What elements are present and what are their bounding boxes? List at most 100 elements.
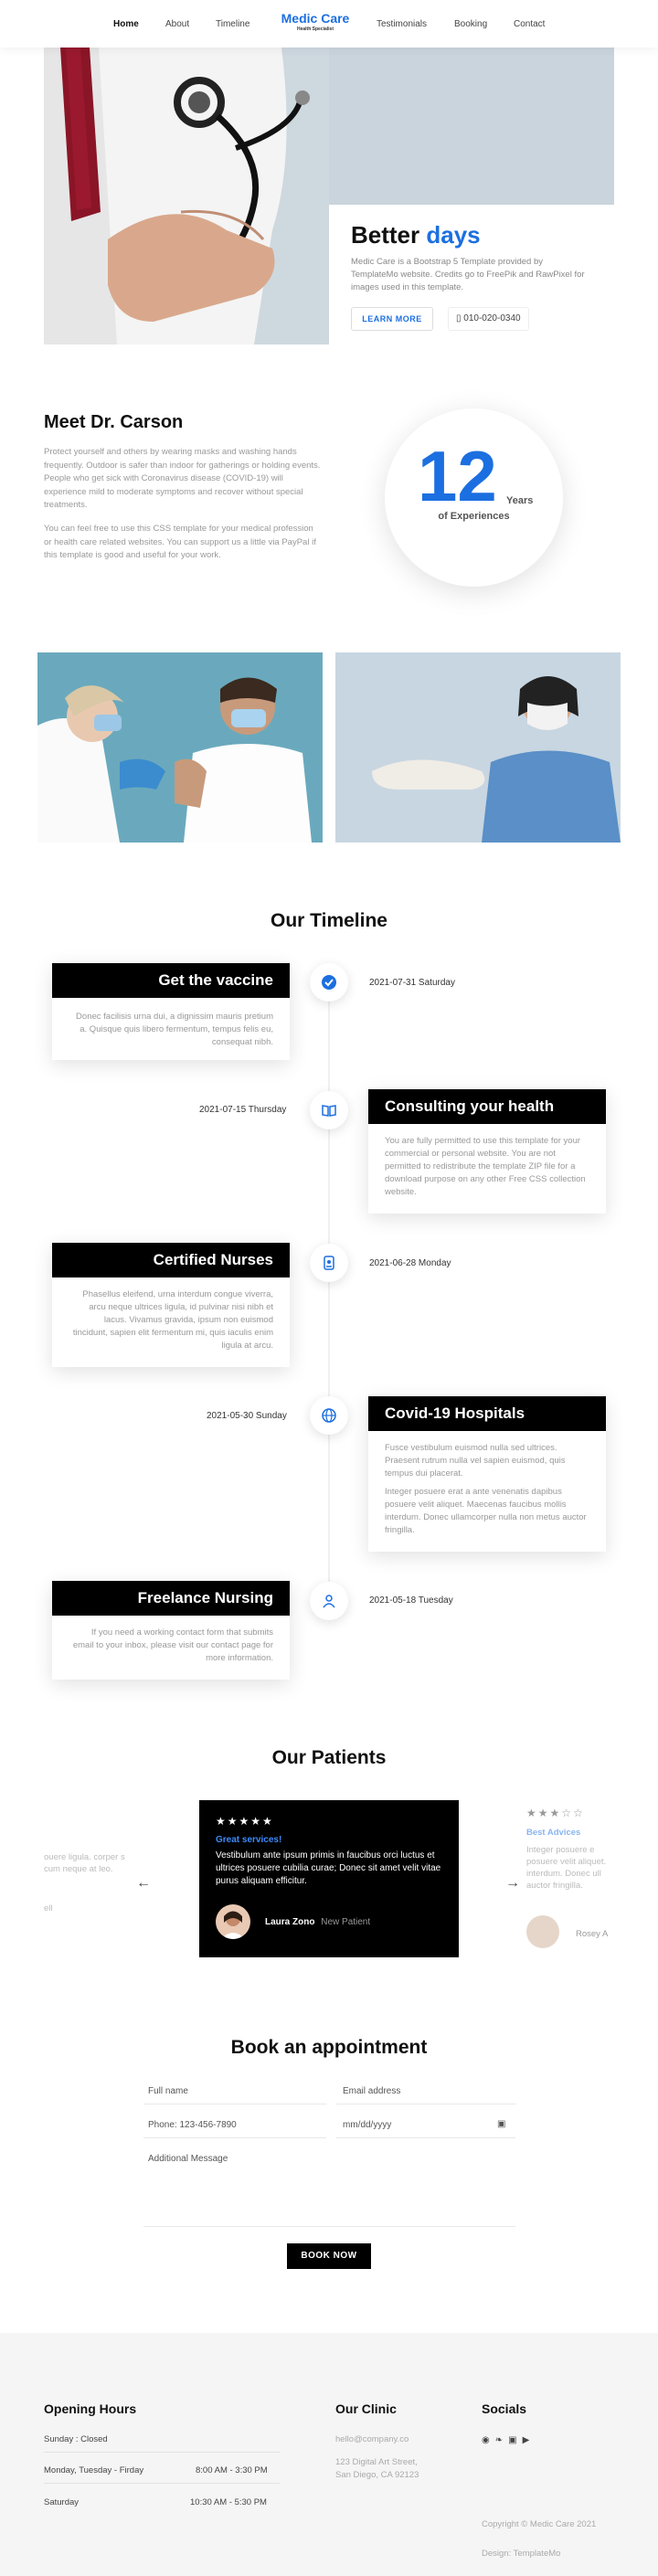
timeline-date-2: 2021-07-15 Thursday [199, 1105, 287, 1115]
timeline-card-title: Get the vaccine [52, 963, 290, 998]
testimonial-prev-card: ouere ligula. corper s cum neque at leo.… [44, 1807, 132, 1914]
message-placeholder: Additional Message [148, 2154, 228, 2164]
brand-subtitle: Health Specialist [296, 27, 334, 32]
timeline-line [328, 976, 330, 1616]
timeline-date-4: 2021-05-30 Sunday [207, 1411, 287, 1421]
phone-link[interactable]: ▯ 010-020-0340 [448, 307, 529, 331]
hours-day: Saturday [44, 2497, 80, 2507]
calendar-icon[interactable]: ▣ [497, 2119, 505, 2129]
nav-about[interactable]: About [165, 19, 189, 29]
timeline-icon-2 [310, 1091, 348, 1129]
book-icon [322, 1105, 336, 1117]
about-paragraph-1: Protect yourself and others by wearing m… [44, 447, 321, 510]
nav-timeline[interactable]: Timeline [216, 19, 249, 29]
learn-more-button[interactable]: LEARN MORE [351, 307, 433, 331]
timeline-card-text: Phasellus eleifend, urna interdum congue… [72, 1289, 273, 1351]
timeline-card-title: Consulting your health [368, 1089, 606, 1124]
nurse-photo [335, 652, 621, 843]
nav-testimonials[interactable]: Testimonials [377, 19, 427, 29]
next-card-avatar [526, 1915, 559, 1948]
socials-title: Socials [482, 2401, 527, 2416]
avatar-portrait [221, 1911, 245, 1939]
hero-title-part1: Better [351, 221, 427, 249]
prev-card-name: ell [44, 1903, 53, 1913]
timeline-card-text: If you need a working contact form that … [72, 1627, 273, 1663]
rating-stars: ★★★★★ [216, 1815, 274, 1828]
person-icon [323, 1595, 335, 1608]
timeline-date-3: 2021-06-28 Monday [369, 1258, 451, 1268]
copyright: Copyright © Medic Care 2021 [482, 2519, 597, 2529]
booking-title: Book an appointment [230, 2037, 428, 2058]
full-name-field[interactable]: Full name [143, 2082, 326, 2104]
timeline-date-1: 2021-07-31 Saturday [369, 978, 455, 988]
social-icons: ◉❧▣▶ [482, 2435, 535, 2445]
phone-icon: ▯ [456, 313, 462, 323]
book-now-button[interactable]: BOOK NOW [287, 2243, 371, 2269]
about-paragraph-2: You can feel free to use this CSS templa… [44, 524, 316, 560]
brand-logo[interactable]: Medic Care Health Specialist [279, 11, 352, 32]
timeline-card-title: Covid-19 Hospitals [368, 1396, 606, 1431]
phone-number: 010-020-0340 [463, 313, 521, 323]
nav-home[interactable]: Home [113, 19, 139, 29]
timeline-card-3: Certified Nurses Phasellus eleifend, urn… [52, 1243, 290, 1367]
facebook-icon[interactable]: ◉ [482, 2435, 495, 2445]
timeline-card-text: Fusce vestibulum euismod nulla sed ultri… [385, 1443, 566, 1479]
youtube-icon[interactable]: ▶ [523, 2435, 536, 2445]
timeline-card-1: Get the vaccine Donec facilisis urna dui… [52, 963, 290, 1060]
brand-title[interactable]: Medic Care [279, 11, 352, 26]
hours-title: Opening Hours [44, 2401, 137, 2416]
next-card-stars: ★★★☆☆ [526, 1807, 585, 1819]
clinic-title: Our Clinic [335, 2401, 397, 2416]
hero-doctor-image [44, 48, 329, 345]
timeline-card-text: Donec facilisis urna dui, a dignissim ma… [76, 1012, 273, 1047]
timeline-icon-3 [310, 1244, 348, 1282]
author-role: New Patient [321, 1917, 371, 1927]
email-field[interactable]: Email address [336, 2082, 515, 2104]
vaccination-photo [37, 652, 323, 843]
instagram-icon[interactable]: ▣ [508, 2435, 522, 2445]
experience-number: 12 [418, 436, 497, 516]
timeline-date-5: 2021-05-18 Tuesday [369, 1595, 453, 1606]
badge-icon [324, 1256, 334, 1270]
testimonial-next-card: ★★★☆☆ Best Advices Integer posuere e pos… [526, 1807, 614, 1948]
about-title: Meet Dr. Carson [44, 412, 184, 432]
clinic-email[interactable]: hello@company.co [335, 2433, 409, 2446]
timeline-card-2: Consulting your health You are fully per… [368, 1089, 606, 1214]
email-placeholder: Email address [343, 2086, 401, 2096]
nav-contact[interactable]: Contact [514, 19, 545, 29]
message-field[interactable]: Additional Message [143, 2149, 515, 2227]
testimonial-card: ★★★★★ Great services! Vestibulum ante ip… [199, 1800, 459, 1957]
avatar [216, 1904, 250, 1939]
hours-day: Monday, Tuesday - Firday [44, 2465, 144, 2475]
globe-icon [322, 1408, 336, 1423]
hero-text: Medic Care is a Bootstrap 5 Template pro… [351, 257, 585, 292]
nav-booking[interactable]: Booking [454, 19, 487, 29]
testimonial-label: Great services! [216, 1835, 282, 1845]
date-field[interactable]: mm/dd/yyyy ▣ [336, 2115, 515, 2138]
hours-time: 8:00 AM - 3:30 PM [196, 2465, 268, 2475]
timeline-icon-1 [310, 963, 348, 1002]
nurse-illustration [335, 652, 621, 843]
hero-card: Better days Medic Care is a Bootstrap 5 … [331, 205, 614, 351]
twitter-icon[interactable]: ❧ [495, 2435, 508, 2445]
full-name-placeholder: Full name [148, 2086, 188, 2096]
next-arrow-icon[interactable]: → [505, 1875, 520, 1892]
phone-field[interactable]: Phone: 123-456-7890 [143, 2115, 326, 2138]
divider [44, 2452, 280, 2453]
experience-sub-label: of Experiences [438, 511, 510, 522]
hero-title: Better days [351, 221, 481, 249]
hero-title-highlight: days [426, 221, 481, 249]
clinic-address: 123 Digital Art Street, San Diego, CA 92… [335, 2457, 419, 2480]
design-credit[interactable]: Design: TemplateMo [482, 2548, 560, 2560]
patients-title: Our Patients [271, 1747, 387, 1768]
prev-arrow-icon[interactable]: ← [136, 1875, 151, 1892]
next-card-name: Rosey A [576, 1929, 609, 1939]
experience-badge: 12 Years of Experiences [385, 408, 563, 587]
timeline-icon-5 [310, 1582, 348, 1620]
testimonial-text: Vestibulum ante ipsum primis in faucibus… [216, 1850, 441, 1886]
divider [44, 2483, 280, 2484]
timeline-card-title: Freelance Nursing [52, 1581, 290, 1616]
prev-card-text: ouere ligula. corper s cum neque at leo. [44, 1852, 125, 1874]
hours-day: Sunday : Closed [44, 2434, 108, 2444]
check-icon [322, 975, 336, 990]
